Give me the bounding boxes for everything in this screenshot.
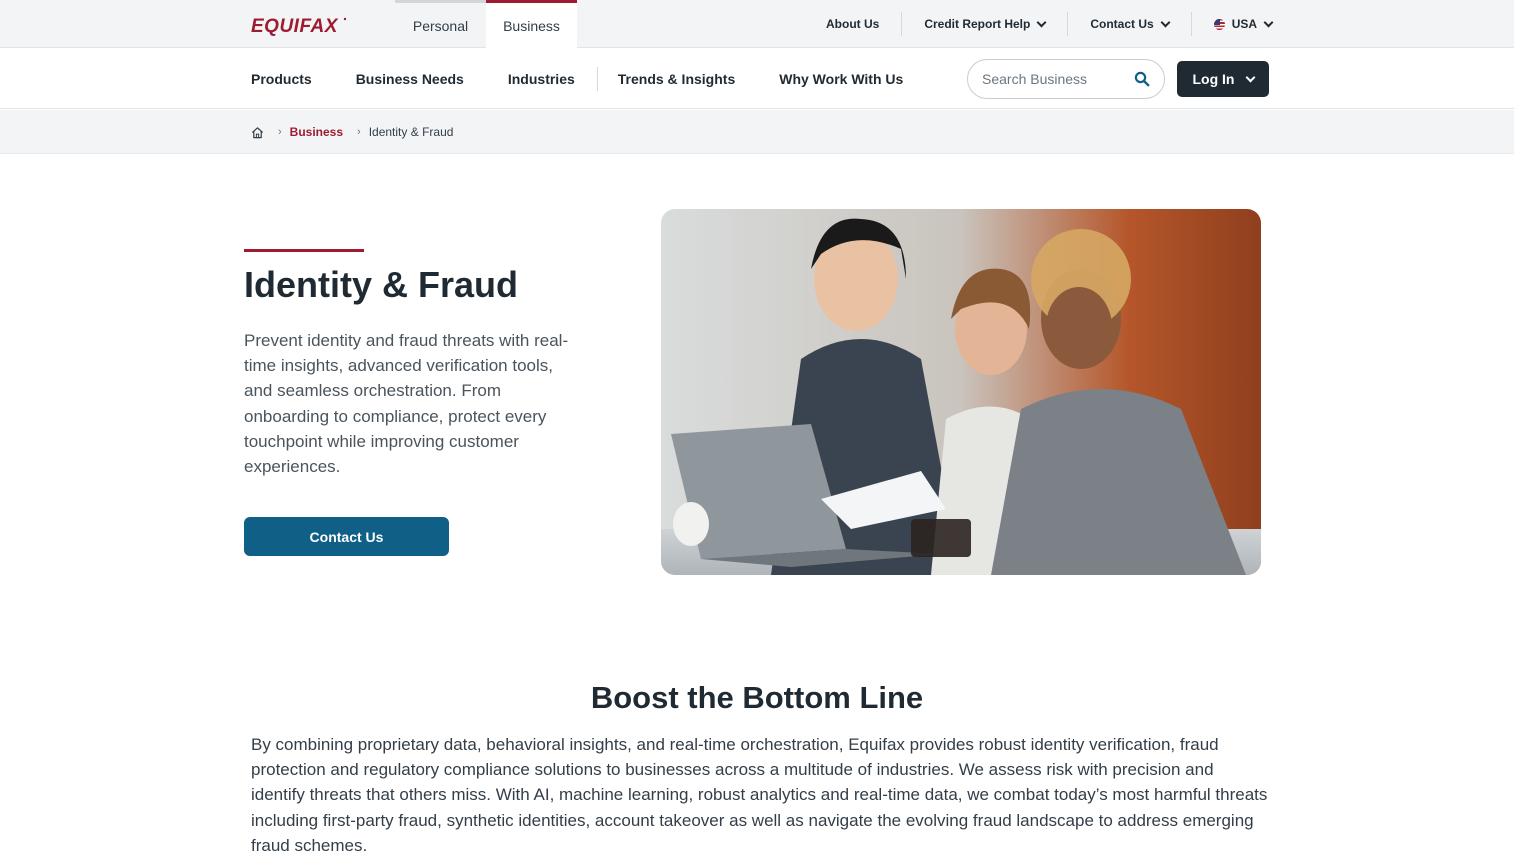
nav-item-trends-insights[interactable]: Trends & Insights <box>618 71 735 87</box>
hero-description: Prevent identity and fraud threats with … <box>244 331 569 477</box>
search-input[interactable] <box>982 71 1132 87</box>
nav-item-why-work-with-us[interactable]: Why Work With Us <box>779 71 903 87</box>
breadcrumb: › Business › Identity & Fraud <box>251 110 453 154</box>
nav-divider <box>596 67 598 91</box>
home-icon[interactable] <box>251 126 264 139</box>
utility-nav: About Us Credit Report Help Contact Us U… <box>804 0 1294 48</box>
svg-text:EQUIFAX: EQUIFAX <box>251 16 339 37</box>
main-nav: Products Business Needs Industries Trend… <box>0 49 1514 109</box>
about-us-label: About Us <box>826 17 880 31</box>
about-us-link[interactable]: About Us <box>804 12 903 36</box>
chevron-down-icon <box>1263 17 1274 27</box>
nav-item-products[interactable]: Products <box>251 71 312 87</box>
hero-accent-rule <box>244 249 364 252</box>
credit-report-help-label: Credit Report Help <box>924 17 1031 31</box>
hero-photo <box>661 209 1261 575</box>
breadcrumb-separator: › <box>357 126 361 138</box>
us-flag-icon <box>1213 18 1225 30</box>
search-box <box>967 59 1165 99</box>
section-body: By combining proprietary data, behaviora… <box>251 735 1268 851</box>
contact-us-menu[interactable]: Contact Us <box>1068 12 1192 36</box>
search-icon[interactable] <box>1134 71 1150 87</box>
main-nav-links: Products Business Needs Industries Trend… <box>251 49 947 109</box>
tab-personal[interactable]: Personal <box>395 0 486 48</box>
breadcrumb-bar: › Business › Identity & Fraud <box>0 110 1514 154</box>
breadcrumb-current: Identity & Fraud <box>368 125 454 139</box>
login-label: Log In <box>1192 71 1235 87</box>
top-utility-bar: EQUIFAX Personal Business About Us Credi… <box>0 0 1514 49</box>
chevron-down-icon <box>1245 72 1255 82</box>
page-title: Identity & Fraud <box>244 264 519 305</box>
chevron-down-icon <box>1036 17 1047 27</box>
section-title: Boost the Bottom Line <box>590 680 924 715</box>
login-button[interactable]: Log In <box>1177 61 1269 97</box>
region-label: USA <box>1231 17 1258 31</box>
chevron-down-icon <box>1160 17 1171 27</box>
region-selector[interactable]: USA <box>1192 12 1294 36</box>
breadcrumb-business-link[interactable]: Business <box>290 125 343 139</box>
breadcrumb-separator: › <box>278 126 282 138</box>
equifax-logo[interactable]: EQUIFAX <box>251 13 347 37</box>
nav-item-business-needs[interactable]: Business Needs <box>356 71 464 87</box>
nav-item-industries[interactable]: Industries <box>508 71 575 87</box>
credit-report-help-menu[interactable]: Credit Report Help <box>902 12 1069 36</box>
contact-us-button[interactable]: Contact Us <box>244 517 449 556</box>
tab-business[interactable]: Business <box>486 0 577 49</box>
contact-us-label: Contact Us <box>1090 17 1154 31</box>
